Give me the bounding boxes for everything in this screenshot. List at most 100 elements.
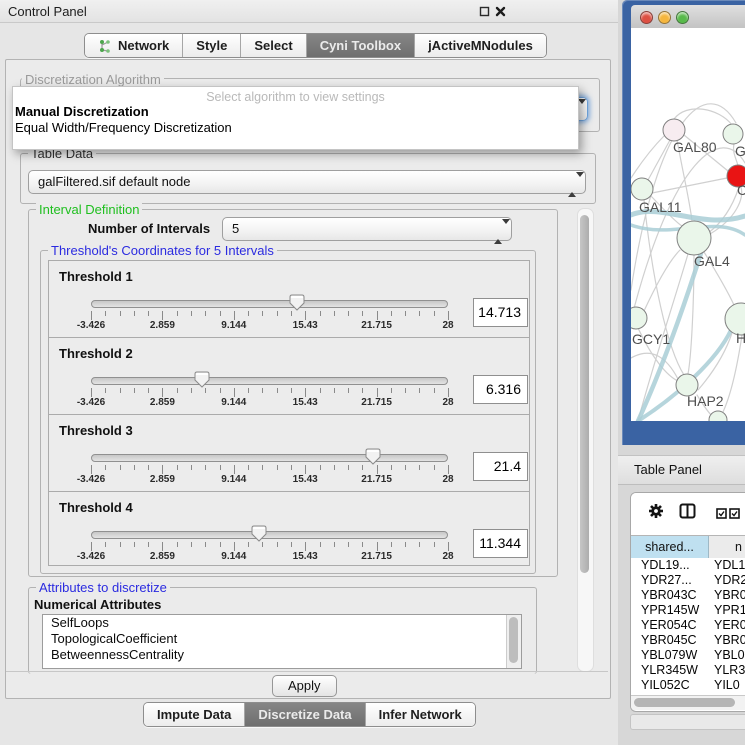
tab-select[interactable]: Select [241,34,306,57]
slider-track[interactable] [91,300,448,308]
tab-cyni-toolbox[interactable]: Cyni Toolbox [307,34,415,57]
table-cell[interactable]: YBR045C [631,633,709,648]
dropdown-item-manual-discretization[interactable]: Manual Discretization [13,104,578,120]
network-canvas[interactable]: GAL80GACGAL11GAL4GCY1HHAP2 [631,28,745,421]
tab-label: Discretize Data [258,707,351,722]
minimize-traffic-light-icon[interactable] [658,11,671,24]
tick-mark [305,542,306,551]
scrollbar-thumb[interactable] [580,215,589,573]
list-vertical-scrollbar[interactable] [506,615,521,668]
network-node-gal4[interactable] [677,221,711,255]
threshold-slider[interactable]: -3.4262.8599.14415.4321.71528 [91,261,448,337]
threshold-slider[interactable]: -3.4262.8599.14415.4321.71528 [91,415,448,491]
table-row[interactable]: YPR145WYPR1 [631,603,745,618]
slider-thumb[interactable] [251,525,267,542]
tab-network[interactable]: Network [85,34,183,57]
close-icon[interactable] [494,5,507,18]
table-cell[interactable]: YER0 [709,618,745,633]
network-window-titlebar[interactable] [631,5,745,29]
table-data-combo[interactable]: galFiltered.sif default node [28,170,586,194]
tab-label: Cyni Toolbox [320,38,401,53]
list-item-selfloops[interactable]: SelfLoops [43,615,521,631]
table-row[interactable]: YDL19...YDL1 [631,558,745,573]
table-cell[interactable]: YDR2 [709,573,745,588]
list-item-betweennesscentrality[interactable]: BetweennessCentrality [43,647,521,663]
network-node-ga[interactable] [723,124,743,144]
threshold-value-field[interactable]: 6.316 [473,375,528,404]
slider-track[interactable] [91,531,448,539]
scrollbar-thumb[interactable] [634,698,735,707]
tab-jactivemnodules[interactable]: jActiveMNodules [415,34,546,57]
network-edge[interactable] [644,250,680,311]
table-cell[interactable]: YDL19... [631,558,709,573]
network-node-node-partial[interactable] [709,411,727,421]
scrollbar-thumb[interactable] [509,617,518,663]
table-cell[interactable]: YDL1 [709,558,745,573]
network-edge[interactable] [648,140,670,180]
slider-track[interactable] [91,377,448,385]
slider-track[interactable] [91,454,448,462]
table-cell[interactable]: YBL0 [709,648,745,663]
threshold-value-field[interactable]: 14.713 [473,298,528,327]
tab-label: Select [254,38,292,53]
close-traffic-light-icon[interactable] [640,11,653,24]
settings-vertical-scrollbar[interactable] [577,208,594,672]
tick-mark [120,465,121,470]
column-header-name[interactable]: n [709,536,745,558]
checkbox-icon[interactable] [716,506,727,524]
tab-impute-data[interactable]: Impute Data [144,703,245,726]
tick-mark [120,388,121,393]
table-cell[interactable]: YPR145W [631,603,709,618]
table-row[interactable]: YLR345WYLR3 [631,663,745,678]
tab-label: Style [196,38,227,53]
table-cell[interactable]: YER054C [631,618,709,633]
network-node-gal11[interactable] [631,178,653,200]
slider-thumb[interactable] [289,294,305,311]
table-row[interactable]: YER054CYER0 [631,618,745,633]
tab-discretize-data[interactable]: Discretize Data [245,703,365,726]
gear-icon[interactable] [648,503,664,524]
dropdown-item-equal-width-frequency-discretization[interactable]: Equal Width/Frequency Discretization [13,120,578,136]
table-cell[interactable]: YBR0 [709,633,745,648]
tick-mark [105,311,106,316]
threshold-value-field[interactable]: 11.344 [473,529,528,558]
tab-infer-network[interactable]: Infer Network [366,703,475,726]
numerical-attributes-list[interactable]: SelfLoopsTopologicalCoefficientBetweenne… [42,614,522,669]
list-item-topologicalcoefficient[interactable]: TopologicalCoefficient [43,631,521,647]
table-horizontal-scrollbar[interactable] [631,695,745,710]
table-cell[interactable]: YLR345W [631,663,709,678]
threshold-slider[interactable]: -3.4262.8599.14415.4321.71528 [91,492,448,568]
table-cell[interactable]: YIL0 [709,678,745,693]
float-icon[interactable] [478,5,491,18]
threshold-value-field[interactable]: 21.4 [473,452,528,481]
tick-mark [120,311,121,316]
threshold-row: Threshold 4-3.4262.8599.14415.4321.71528… [49,491,529,568]
apply-button[interactable]: Apply [272,675,337,697]
table-cell[interactable]: YBR043C [631,588,709,603]
table-cell[interactable]: YPR1 [709,603,745,618]
table-cell[interactable]: YDR27... [631,573,709,588]
network-node-gal80[interactable] [663,119,685,141]
checkbox-icon[interactable] [729,506,740,524]
table-row[interactable]: YDR27...YDR2 [631,573,745,588]
table-cell[interactable]: YBL079W [631,648,709,663]
split-view-icon[interactable] [679,503,696,524]
network-node-label: GAL11 [639,199,682,215]
zoom-traffic-light-icon[interactable] [676,11,689,24]
table-cell[interactable]: YLR3 [709,663,745,678]
network-graph[interactable]: GAL80GACGAL11GAL4GCY1HHAP2 [631,28,745,421]
tab-style[interactable]: Style [183,34,241,57]
number-of-intervals-combo[interactable]: 5 [222,217,512,241]
column-header-shared-name[interactable]: shared... [631,536,709,558]
network-edge[interactable] [722,335,742,414]
table-cell[interactable]: YIL052C [631,678,709,693]
threshold-slider[interactable]: -3.4262.8599.14415.4321.71528 [91,338,448,414]
table-row[interactable]: YIL052CYIL0 [631,678,745,693]
table-row[interactable]: YBL079WYBL0 [631,648,745,663]
table-row[interactable]: YBR043CYBR0 [631,588,745,603]
slider-thumb[interactable] [194,371,210,388]
table-row[interactable]: YBR045CYBR0 [631,633,745,648]
table-cell[interactable]: YBR0 [709,588,745,603]
network-edge[interactable] [652,178,727,193]
slider-thumb[interactable] [365,448,381,465]
